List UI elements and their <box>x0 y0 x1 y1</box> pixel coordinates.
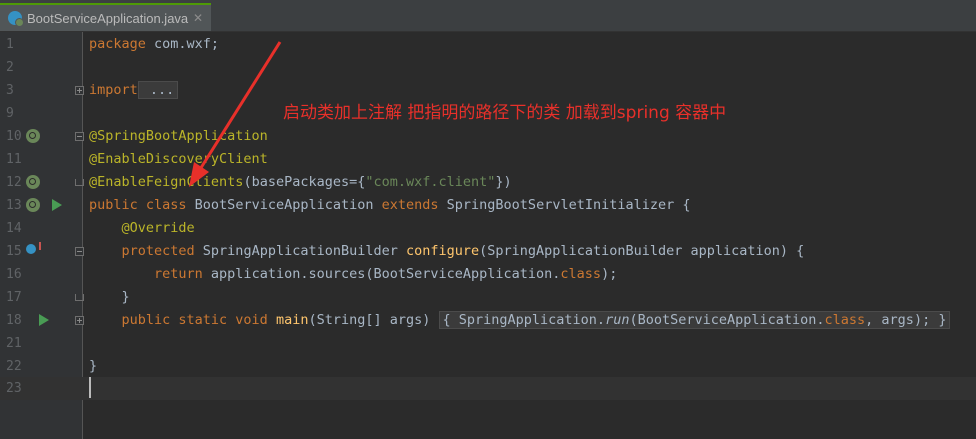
fold-expand-icon[interactable] <box>75 316 84 325</box>
code-token: class <box>560 266 602 282</box>
code-token: @Override <box>89 220 195 236</box>
collapsed-imports[interactable]: ... <box>137 81 179 99</box>
fold-end-icon[interactable] <box>75 179 84 186</box>
close-icon[interactable]: ✕ <box>193 11 203 25</box>
current-line: 23 <box>0 377 976 400</box>
run-icon[interactable] <box>52 199 62 211</box>
annotation-text: 启动类加上注解 把指明的路径下的类 加载到spring 容器中 <box>283 103 727 123</box>
code-token: SpringApplicationBuilder <box>194 243 406 259</box>
line-number: 14 <box>6 221 22 236</box>
code-line: 12 @EnableFeignClients(basePackages={"co… <box>0 171 976 194</box>
line-number: 18 <box>6 313 22 328</box>
line-number: 21 <box>6 336 22 351</box>
code-token: return <box>89 266 203 282</box>
code-line: 21 <box>0 332 976 355</box>
code-token: @EnableDiscoveryClient <box>89 151 268 167</box>
code-line: 11 @EnableDiscoveryClient <box>0 148 976 171</box>
fold-collapse-icon[interactable] <box>75 132 84 141</box>
line-number: 10 <box>6 129 22 144</box>
code-token: ); <box>601 266 618 282</box>
code-token: public class <box>89 197 187 213</box>
code-token: , args); } <box>865 312 947 328</box>
java-class-icon <box>8 11 24 27</box>
code-token: extends <box>381 197 439 213</box>
code-line: 22 } <box>0 355 976 378</box>
line-number: 11 <box>6 152 22 167</box>
code-token: run <box>605 312 630 328</box>
file-tab[interactable]: BootServiceApplication.java ✕ <box>0 3 211 31</box>
fold-end-icon[interactable] <box>75 294 84 301</box>
code-token: (BootServiceApplication. <box>629 312 825 328</box>
code-token: @EnableFeignClients <box>89 174 244 190</box>
code-token: "com.wxf.client" <box>365 174 496 190</box>
code-token: application.sources(BootServiceApplicati… <box>202 266 561 282</box>
line-number: 1 <box>6 37 14 52</box>
code-token: class <box>824 312 866 328</box>
code-token: import <box>89 82 138 98</box>
line-number: 13 <box>6 198 22 213</box>
fold-collapse-icon[interactable] <box>75 247 84 256</box>
line-number: 9 <box>6 106 14 121</box>
line-number: 2 <box>6 60 14 75</box>
line-number: 12 <box>6 175 22 190</box>
code-token: @SpringBootApplication <box>89 128 268 144</box>
code-token: } <box>89 289 130 305</box>
fold-expand-icon[interactable] <box>75 86 84 95</box>
tab-title: BootServiceApplication.java <box>27 10 189 26</box>
text-cursor <box>89 377 91 398</box>
code-token: { SpringApplication. <box>442 312 606 328</box>
code-line: 16 return application.sources(BootServic… <box>0 263 976 286</box>
code-line: 13 public class BootServiceApplication e… <box>0 194 976 217</box>
spring-bean-icon[interactable] <box>26 175 40 189</box>
collapsed-method-body[interactable]: { SpringApplication.run(BootServiceAppli… <box>438 311 951 329</box>
code-token: package <box>89 36 146 52</box>
code-token: (basePackages={ <box>243 174 366 190</box>
code-token: main <box>267 312 309 328</box>
spring-bean-icon[interactable] <box>26 129 40 143</box>
line-number: 22 <box>6 359 22 374</box>
code-token: configure <box>406 243 480 259</box>
code-token: (String[] args) <box>308 312 439 328</box>
code-token: com.wxf; <box>145 36 220 52</box>
line-number: 3 <box>6 83 14 98</box>
code-line: 15 protected SpringApplicationBuilder co… <box>0 240 976 263</box>
line-number: 16 <box>6 267 22 282</box>
code-line: 14 @Override <box>0 217 976 240</box>
run-icon[interactable] <box>39 314 49 326</box>
code-line: 17 } <box>0 286 976 309</box>
code-token: (SpringApplicationBuilder application) { <box>479 243 805 259</box>
line-number: 15 <box>6 244 22 259</box>
code-token: } <box>89 358 98 374</box>
code-line: 10 @SpringBootApplication <box>0 125 976 148</box>
line-number: 17 <box>6 290 22 305</box>
code-token: protected <box>89 243 195 259</box>
code-token: BootServiceApplication <box>186 197 382 213</box>
code-token: }) <box>495 174 512 190</box>
code-token: public static void <box>89 312 268 328</box>
line-number: 23 <box>6 381 22 396</box>
editor-tab-bar: BootServiceApplication.java ✕ <box>0 0 976 32</box>
override-icon[interactable] <box>26 242 41 254</box>
code-line: 2 <box>0 56 976 79</box>
code-line: 1 package com.wxf; <box>0 33 976 56</box>
code-token: SpringBootServletInitializer { <box>438 197 691 213</box>
code-line: 18 public static void main(String[] args… <box>0 309 976 332</box>
spring-bean-icon[interactable] <box>26 198 40 212</box>
